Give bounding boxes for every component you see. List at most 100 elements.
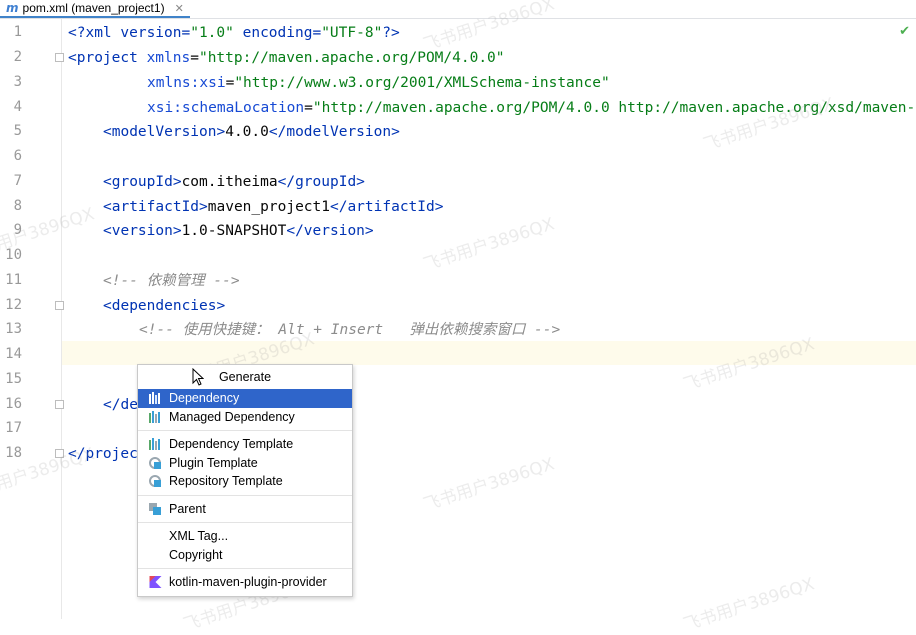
separator [138, 430, 352, 431]
code-line-11[interactable]: <!-- 依赖管理 --> [103, 272, 240, 290]
equals: = [225, 75, 235, 91]
xml-text: 1.0-SNAPSHOT [181, 223, 287, 239]
xml-tag: </groupId> [277, 174, 365, 190]
maven-library-icon [149, 438, 160, 450]
line-number: 18 [5, 445, 22, 461]
code-line-3[interactable]: xmlns:xsi="http://www.w3.org/2001/XMLSch… [147, 74, 610, 92]
xml-tag: </artifactId> [329, 199, 444, 215]
menu-item-dependency-template[interactable]: Dependency Template [138, 435, 352, 454]
xml-tag: </modelVersion> [268, 124, 400, 140]
line-number: 12 [5, 297, 22, 313]
line-number: 2 [13, 49, 22, 65]
line-number: 14 [5, 346, 22, 362]
menu-item-repository-template[interactable]: Repository Template [138, 472, 352, 491]
menu-item-label: Managed Dependency [169, 409, 295, 424]
menu-item-dependency[interactable]: Dependency [138, 389, 352, 408]
maven-parent-icon [149, 502, 161, 515]
equals: = [304, 100, 313, 116]
line-number: 15 [5, 371, 22, 387]
maven-library-icon [149, 392, 160, 404]
code-line-4[interactable]: xsi:schemaLocation="http://maven.apache.… [147, 99, 915, 117]
editor-tab-bar: m pom.xml (maven_project1) ✕ [0, 0, 916, 19]
watermark: 飞书用户3896QX [681, 574, 817, 635]
code-line-9[interactable]: <version>1.0-SNAPSHOT</version> [103, 222, 374, 240]
equals: = [190, 50, 199, 66]
line-number: 1 [13, 24, 22, 40]
line-number: 9 [13, 222, 22, 238]
menu-item-parent[interactable]: Parent [138, 500, 352, 519]
xml-attr: encoding= [233, 25, 322, 41]
xml-tag: <artifactId> [103, 199, 208, 215]
xml-attr: xmlns:xsi [147, 75, 226, 91]
separator [138, 522, 352, 523]
xml-attr: xmlns [146, 50, 191, 66]
caret-line-highlight [62, 341, 916, 365]
line-number: 5 [13, 123, 22, 139]
code-line-1[interactable]: <?xml version="1.0" encoding="UTF-8"?> [68, 24, 400, 42]
maven-plugin-icon [149, 475, 161, 487]
xml-tag: <groupId> [103, 174, 182, 190]
menu-item-label: Dependency [169, 391, 240, 405]
popup-title: Generate [218, 370, 272, 384]
maven-plugin-icon [149, 456, 161, 469]
tab-title: pom.xml (maven_project1) [22, 1, 165, 15]
maven-library-icon [149, 410, 160, 423]
code-line-16[interactable]: </de [103, 396, 138, 414]
xml-decl: <?xml version= [68, 25, 191, 41]
line-number: 13 [5, 321, 22, 337]
separator [138, 568, 352, 569]
code-line-5[interactable]: <modelVersion>4.0.0</modelVersion> [103, 123, 400, 141]
fold-marker[interactable] [55, 53, 64, 62]
checkmark-icon: ✔ [899, 24, 910, 39]
mouse-cursor-icon [192, 368, 204, 386]
code-line-2[interactable]: <project xmlns="http://maven.apache.org/… [68, 49, 505, 67]
line-number: 8 [13, 198, 22, 214]
menu-item-label: Repository Template [169, 474, 283, 488]
string: "UTF-8" [321, 25, 383, 41]
code-line-18[interactable]: </projec [68, 445, 138, 463]
line-number: 6 [13, 148, 22, 164]
kotlin-icon [149, 576, 162, 588]
xml-tag: <version> [103, 223, 182, 239]
fold-marker[interactable] [55, 301, 64, 310]
menu-item-label: kotlin-maven-plugin-provider [169, 575, 327, 589]
string: "http://maven.apache.org/POM/4.0.0" [198, 50, 505, 66]
tab-pom-xml[interactable]: m pom.xml (maven_project1) ✕ [0, 0, 190, 18]
code-line-12[interactable]: <dependencies> [103, 297, 225, 315]
code-line-7[interactable]: <groupId>com.itheima</groupId> [103, 173, 365, 191]
watermark: 飞书用户3896QX [421, 454, 557, 516]
line-number: 4 [13, 99, 22, 115]
menu-item-xml-tag[interactable]: XML Tag... [138, 527, 352, 546]
xml-tag: <modelVersion> [103, 124, 226, 140]
gutter-divider [61, 19, 62, 619]
xml-decl-end: ?> [382, 25, 400, 41]
generate-popup: Generate Dependency Managed Dependency D… [137, 364, 353, 597]
code-line-13[interactable]: <!-- 使用快捷键： Alt + Insert 弹出依赖搜索窗口 --> [139, 321, 560, 339]
line-number: 16 [5, 396, 22, 412]
menu-item-label: Copyright [169, 547, 223, 562]
line-number: 7 [13, 173, 22, 189]
xml-attr: xsi:schemaLocation [147, 100, 305, 116]
xml-text: 4.0.0 [225, 124, 269, 140]
menu-item-plugin-template[interactable]: Plugin Template [138, 454, 352, 473]
string: "http://maven.apache.org/POM/4.0.0 http:… [312, 100, 916, 116]
menu-item-kotlin-maven-plugin-provider[interactable]: kotlin-maven-plugin-provider [138, 573, 352, 592]
menu-item-label: Parent [169, 501, 206, 516]
line-number: 11 [5, 272, 22, 288]
maven-m-icon: m [6, 1, 19, 15]
fold-marker[interactable] [55, 449, 64, 458]
string: "1.0" [190, 25, 234, 41]
code-line-8[interactable]: <artifactId>maven_project1</artifactId> [103, 198, 443, 216]
xml-text: maven_project1 [207, 199, 330, 215]
menu-item-managed-dependency[interactable]: Managed Dependency [138, 408, 352, 427]
xml-tag: </version> [286, 223, 374, 239]
menu-item-label: Plugin Template [169, 455, 258, 470]
menu-item-label: XML Tag... [169, 529, 229, 543]
menu-item-copyright[interactable]: Copyright [138, 546, 352, 565]
close-icon[interactable]: ✕ [175, 2, 184, 15]
line-number: 17 [5, 420, 22, 436]
separator [138, 494, 352, 496]
line-number: 3 [13, 74, 22, 90]
fold-marker[interactable] [55, 400, 64, 409]
xml-text: com.itheima [181, 174, 278, 190]
